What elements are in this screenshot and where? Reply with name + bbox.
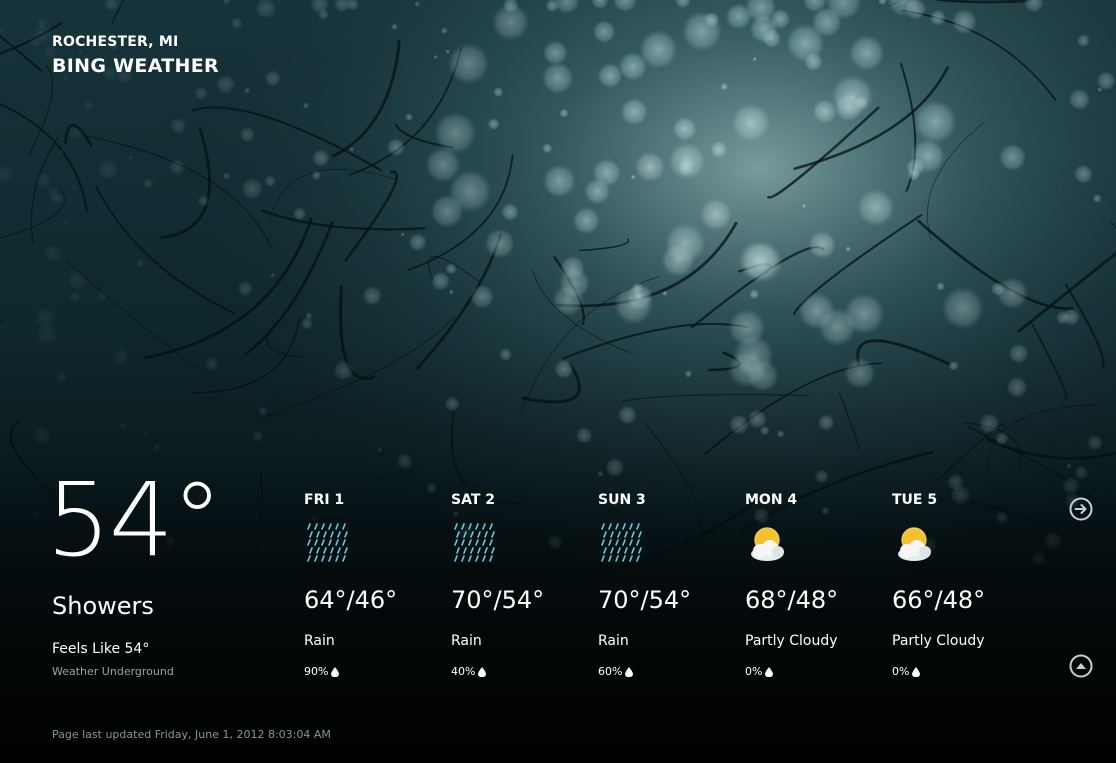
precip-value: 60% xyxy=(598,665,623,678)
rain-icon xyxy=(454,523,495,562)
forecast-day-name: SUN 3 xyxy=(598,492,646,508)
raindrop-icon xyxy=(765,666,774,677)
forecast-day: MON 4 68°/48° Partly Cloudy 0% xyxy=(745,492,885,682)
forecast-precip: 0% xyxy=(745,665,774,678)
forecast-temps: 66°/48° xyxy=(892,586,986,614)
precip-value: 90% xyxy=(304,665,329,678)
forecast-precip: 40% xyxy=(451,665,487,678)
forecast-day-name: SAT 2 xyxy=(451,492,495,508)
precip-value: 40% xyxy=(451,665,476,678)
forecast-day: TUE 5 66°/48° Partly Cloudy 0% xyxy=(892,492,1032,682)
forecast-precip: 90% xyxy=(304,665,340,678)
partly-cloudy-icon xyxy=(898,527,931,561)
raindrop-icon xyxy=(331,666,340,677)
forecast-condition: Partly Cloudy xyxy=(745,633,838,649)
forecast-day-name: TUE 5 xyxy=(892,492,938,508)
last-updated-text: Page last updated Friday, June 1, 2012 8… xyxy=(52,728,331,741)
arrow-right-circle-icon[interactable] xyxy=(1069,497,1093,521)
precip-value: 0% xyxy=(745,665,763,678)
app-title: BING WEATHER xyxy=(52,55,219,77)
forecast-precip: 60% xyxy=(598,665,634,678)
forecast-condition: Rain xyxy=(451,633,482,649)
raindrop-icon xyxy=(625,666,634,677)
arrow-up-circle-icon[interactable] xyxy=(1069,654,1093,678)
forecast-precip: 0% xyxy=(892,665,921,678)
forecast-day: FRI 1 64°/46° Rain 90% xyxy=(304,492,444,682)
forecast-temps: 70°/54° xyxy=(451,586,545,614)
forecast-condition: Rain xyxy=(598,633,629,649)
provider-label: Weather Underground xyxy=(52,665,174,678)
location-label: ROCHESTER, MI xyxy=(52,34,179,50)
raindrop-icon xyxy=(912,666,921,677)
precip-value: 0% xyxy=(892,665,910,678)
forecast-day: SAT 2 70°/54° Rain 40% xyxy=(451,492,591,682)
current-temperature: 54° xyxy=(46,461,223,580)
forecast-temps: 70°/54° xyxy=(598,586,692,614)
forecast-temps: 68°/48° xyxy=(745,586,839,614)
forecast-condition: Rain xyxy=(304,633,335,649)
rain-icon xyxy=(601,523,642,562)
forecast-day-name: MON 4 xyxy=(745,492,798,508)
forecast-day-name: FRI 1 xyxy=(304,492,345,508)
forecast-day: SUN 3 70°/54° Rain 60% xyxy=(598,492,738,682)
weather-app: ROCHESTER, MI BING WEATHER 54° Showers F… xyxy=(0,0,1116,763)
raindrop-icon xyxy=(478,666,487,677)
forecast-condition: Partly Cloudy xyxy=(892,633,985,649)
partly-cloudy-icon xyxy=(751,527,784,561)
forecast-temps: 64°/46° xyxy=(304,586,398,614)
feels-like-text: Feels Like 54° xyxy=(52,641,150,657)
rain-icon xyxy=(307,523,348,562)
current-condition: Showers xyxy=(52,592,154,620)
